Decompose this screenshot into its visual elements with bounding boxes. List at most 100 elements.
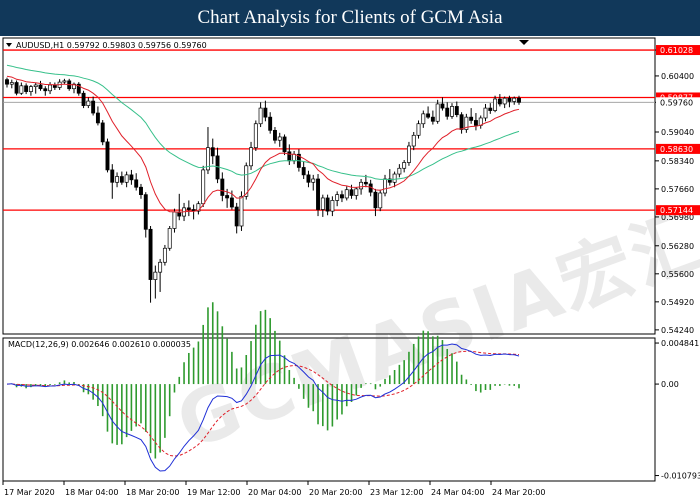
candle-body bbox=[167, 228, 172, 249]
price-axis-label: 0.54920 bbox=[661, 298, 694, 307]
candle-body bbox=[234, 206, 239, 227]
candle-body bbox=[91, 100, 96, 114]
candle-body bbox=[335, 194, 340, 201]
candle-body bbox=[411, 134, 416, 147]
candle-body bbox=[115, 176, 120, 183]
candle-body bbox=[397, 167, 402, 175]
candle-body bbox=[153, 271, 158, 280]
candle-body bbox=[268, 116, 273, 131]
candle-body bbox=[359, 181, 364, 190]
candle-body bbox=[497, 98, 502, 105]
candle-body bbox=[512, 97, 517, 102]
candle-body bbox=[287, 151, 292, 162]
candle-body bbox=[426, 113, 431, 118]
candle-body bbox=[220, 178, 225, 196]
candle-body bbox=[162, 247, 167, 263]
candle-body bbox=[469, 116, 474, 121]
candle-body bbox=[186, 207, 191, 210]
candle-body bbox=[406, 145, 411, 163]
candle-body bbox=[105, 141, 110, 171]
candle-body bbox=[38, 84, 43, 90]
candle-body bbox=[373, 191, 378, 209]
x-axis-label: 20 Mar 04:00 bbox=[248, 488, 301, 497]
candle-body bbox=[517, 97, 521, 103]
candle-body bbox=[210, 147, 215, 157]
x-axis-label: 24 Mar 20:00 bbox=[492, 488, 545, 497]
x-axis-label: 19 Mar 12:00 bbox=[187, 488, 240, 497]
candle-body bbox=[43, 88, 48, 92]
candle-body bbox=[292, 153, 297, 162]
candle-body bbox=[28, 86, 33, 92]
candle-body bbox=[440, 103, 445, 109]
x-axis-label: 24 Mar 04:00 bbox=[431, 488, 484, 497]
price-axis-label: 0.57660 bbox=[661, 185, 694, 194]
candle-body bbox=[454, 106, 459, 116]
candle-body bbox=[62, 80, 67, 83]
candle-body bbox=[473, 120, 478, 126]
candle-body bbox=[139, 186, 143, 196]
candle-body bbox=[363, 181, 368, 185]
x-axis-label: 23 Mar 12:00 bbox=[370, 488, 423, 497]
candle-body bbox=[5, 79, 9, 85]
candle-body bbox=[48, 84, 53, 92]
candle-body bbox=[282, 136, 287, 153]
candle-body bbox=[502, 97, 507, 105]
candle-body bbox=[134, 179, 139, 188]
candle-body bbox=[249, 147, 253, 167]
page-title: Chart Analysis for Clients of GCM Asia bbox=[197, 7, 503, 28]
price-axis-label: 0.56280 bbox=[661, 242, 694, 251]
macd-chart-title: MACD(12,26,9) 0.002646 0.002610 0.000035 bbox=[8, 340, 191, 349]
candle-body bbox=[488, 107, 493, 111]
candle-body bbox=[225, 195, 230, 199]
candle-body bbox=[383, 178, 387, 194]
candle-body bbox=[507, 97, 512, 102]
candle-body bbox=[201, 169, 206, 205]
candle-body bbox=[311, 178, 316, 183]
candle-body bbox=[81, 92, 86, 106]
candle-body bbox=[253, 123, 258, 149]
candle-body bbox=[416, 123, 421, 136]
candle-body bbox=[148, 228, 153, 280]
candle-body bbox=[33, 84, 38, 87]
macd-axis-label: 0.00 bbox=[661, 380, 679, 389]
candle-body bbox=[14, 82, 19, 94]
candle-body bbox=[9, 82, 14, 85]
x-axis-label: 20 Mar 20:00 bbox=[309, 488, 362, 497]
candle-body bbox=[435, 103, 440, 122]
macd-axis-label: -0.010793 bbox=[661, 472, 700, 481]
candle-body bbox=[445, 107, 450, 117]
candle-body bbox=[172, 211, 177, 229]
candle-body bbox=[316, 178, 320, 210]
x-axis-label: 17 Mar 2020 bbox=[4, 488, 55, 497]
candle-body bbox=[330, 200, 335, 212]
candle-body bbox=[110, 169, 115, 183]
price-axis-label: 0.58340 bbox=[661, 157, 694, 166]
candle-body bbox=[378, 192, 383, 209]
candle-body bbox=[430, 116, 435, 122]
candle-body bbox=[86, 100, 91, 106]
candle-body bbox=[349, 189, 354, 196]
candle-body bbox=[344, 189, 349, 199]
candle-body bbox=[325, 197, 330, 212]
candle-body bbox=[95, 112, 100, 124]
macd-axis-label: 0.004841 bbox=[661, 339, 699, 348]
price-axis-label: 0.55600 bbox=[661, 270, 694, 279]
price-chart-title: AUDUSD,H1 0.59792 0.59803 0.59756 0.5976… bbox=[16, 41, 207, 50]
x-axis-label: 18 Mar 04:00 bbox=[65, 488, 118, 497]
price-axis-label: 0.59040 bbox=[661, 128, 694, 137]
level-label: 0.57144 bbox=[660, 206, 693, 215]
level-label: 0.61028 bbox=[660, 46, 693, 55]
level-label: 0.58630 bbox=[660, 145, 693, 154]
header-banner: Chart Analysis for Clients of GCM Asia bbox=[0, 0, 700, 36]
price-axis-label: 0.54240 bbox=[661, 326, 694, 335]
candle-body bbox=[129, 174, 134, 181]
candle-body bbox=[143, 194, 148, 230]
candle-body bbox=[239, 195, 244, 227]
candle-body bbox=[301, 167, 306, 176]
candle-body bbox=[24, 85, 29, 92]
candle-body bbox=[263, 107, 268, 118]
candle-body bbox=[450, 106, 454, 117]
candle-body bbox=[306, 174, 311, 183]
candle-body bbox=[19, 85, 24, 94]
candle-body bbox=[421, 113, 426, 125]
